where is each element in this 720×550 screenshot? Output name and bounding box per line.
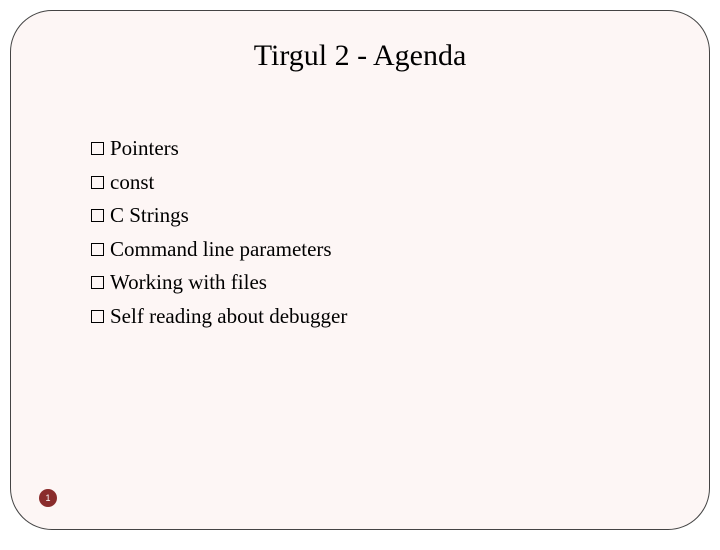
- list-item: Working with files: [91, 267, 709, 299]
- page-number-badge: 1: [39, 489, 57, 507]
- list-item-label: Working with files: [110, 267, 267, 299]
- page-number: 1: [45, 493, 50, 503]
- square-bullet-icon: [91, 310, 104, 323]
- square-bullet-icon: [91, 243, 104, 256]
- list-item-label: C Strings: [110, 200, 189, 232]
- list-item: Pointers: [91, 133, 709, 165]
- list-item-label: Self reading about debugger: [110, 301, 347, 333]
- square-bullet-icon: [91, 142, 104, 155]
- slide-frame: Tirgul 2 - Agenda Pointers const C Strin…: [10, 10, 710, 530]
- square-bullet-icon: [91, 209, 104, 222]
- square-bullet-icon: [91, 276, 104, 289]
- list-item: C Strings: [91, 200, 709, 232]
- list-item: Self reading about debugger: [91, 301, 709, 333]
- list-item: const: [91, 167, 709, 199]
- list-item-label: const: [110, 167, 154, 199]
- list-item-label: Command line parameters: [110, 234, 332, 266]
- square-bullet-icon: [91, 176, 104, 189]
- agenda-list: Pointers const C Strings Command line pa…: [91, 133, 709, 332]
- slide-title: Tirgul 2 - Agenda: [11, 39, 709, 73]
- list-item-label: Pointers: [110, 133, 179, 165]
- list-item: Command line parameters: [91, 234, 709, 266]
